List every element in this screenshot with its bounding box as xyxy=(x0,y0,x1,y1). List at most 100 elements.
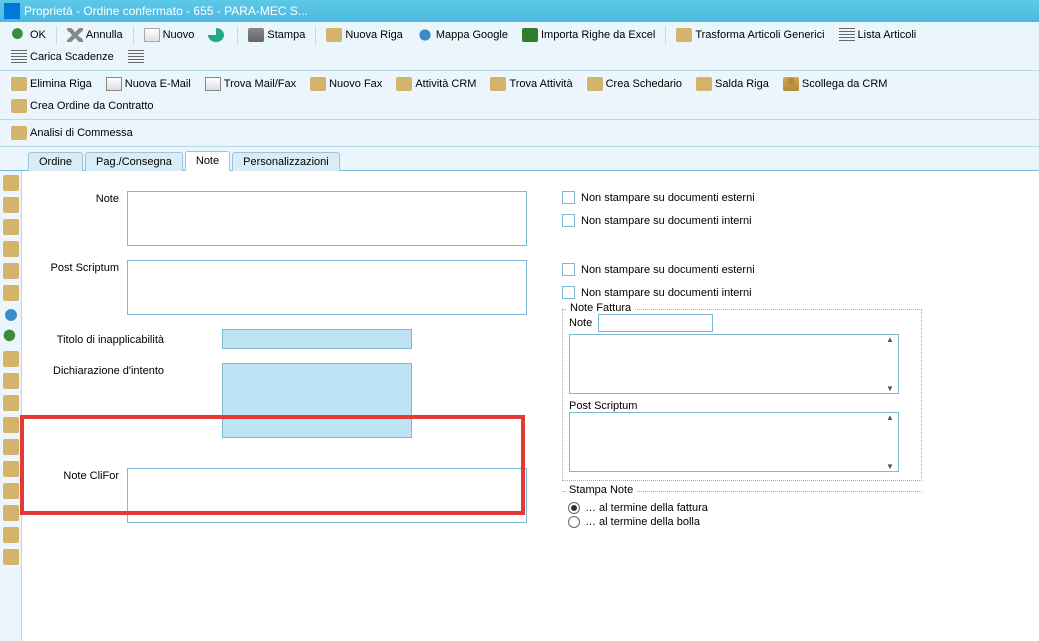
annulla-button[interactable]: Annulla xyxy=(61,25,129,45)
app-icon xyxy=(4,3,20,19)
note-label: Note xyxy=(32,191,127,205)
attivita-button[interactable]: Attività CRM xyxy=(390,74,482,94)
nuova-riga-button[interactable]: Nuova Riga xyxy=(320,25,408,45)
vt-anchor-icon[interactable] xyxy=(3,527,19,543)
crm-icon xyxy=(396,77,412,91)
tab-personalizzazioni[interactable]: Personalizzazioni xyxy=(232,152,340,171)
excel-icon xyxy=(522,28,538,42)
chk-esterni-2[interactable] xyxy=(562,263,575,276)
vt-tree-icon[interactable] xyxy=(3,263,19,279)
lista-button[interactable]: Lista Articoli xyxy=(833,25,923,45)
nuovo-fax-button[interactable]: Nuovo Fax xyxy=(304,74,388,94)
chk-label: Non stampare su documenti esterni xyxy=(581,264,755,276)
note-clifor-input[interactable] xyxy=(127,468,527,523)
email-button[interactable]: Nuova E-Mail xyxy=(100,74,197,94)
more-button[interactable] xyxy=(122,47,153,67)
vt-doc-icon[interactable] xyxy=(3,241,19,257)
toolbar-row-3: Analisi di Commessa xyxy=(0,120,1039,147)
vt-flow-icon[interactable] xyxy=(3,285,19,301)
mail-icon xyxy=(106,77,122,91)
note-fattura-legend: Note Fattura xyxy=(567,302,634,314)
vt-globe-icon[interactable] xyxy=(3,307,19,323)
refresh-icon xyxy=(208,28,224,42)
vt-cycle-icon[interactable] xyxy=(3,197,19,213)
vt-copy-icon[interactable] xyxy=(3,351,19,367)
note-input[interactable] xyxy=(127,191,527,246)
right-column: Non stampare su documenti esterni Non st… xyxy=(562,191,922,538)
radio-fattura[interactable] xyxy=(568,502,580,514)
importa-button[interactable]: Importa Righe da Excel xyxy=(516,25,661,45)
vt-updown-icon[interactable] xyxy=(3,549,19,565)
more-icon xyxy=(128,50,144,64)
refresh-button[interactable] xyxy=(202,25,233,45)
nuovo-button[interactable]: Nuovo xyxy=(138,25,201,45)
vt-link-icon[interactable] xyxy=(3,483,19,499)
chk-interni-1[interactable] xyxy=(562,214,575,227)
vt-calc-icon[interactable] xyxy=(3,219,19,235)
chk-interni-2[interactable] xyxy=(562,286,575,299)
chk-label: Non stampare su documenti interni xyxy=(581,215,752,227)
globe-icon xyxy=(417,28,433,42)
cancel-icon xyxy=(67,28,83,42)
crea-ordine-button[interactable]: Crea Ordine da Contratto xyxy=(5,96,160,116)
vt-note-icon[interactable] xyxy=(3,461,19,477)
nf-ps-label: Post Scriptum xyxy=(569,400,915,412)
note-fattura-group: Note Fattura Note ▲▼ Post Scriptum ▲▼ xyxy=(562,309,922,481)
clifor-label: Note CliFor xyxy=(32,468,127,482)
vt-user-icon[interactable] xyxy=(3,417,19,433)
toolbar-row-1: OK Annulla Nuovo Stampa Nuova Riga Mappa… xyxy=(0,22,1039,71)
trova-attivita-button[interactable]: Trova Attività xyxy=(484,74,578,94)
find-icon xyxy=(490,77,506,91)
vt-search-icon[interactable] xyxy=(3,175,19,191)
radio-bolla[interactable] xyxy=(568,516,580,528)
vt-check-icon[interactable] xyxy=(3,329,19,345)
elimina-riga-button[interactable]: Elimina Riga xyxy=(5,74,98,94)
titlebar: Proprietà - Ordine confermato - 655 - PA… xyxy=(0,0,1039,22)
nf-ps-textarea[interactable]: ▲▼ xyxy=(569,412,899,472)
nf-note-small-input[interactable] xyxy=(598,314,713,332)
titolo-label: Titolo di inapplicabilità xyxy=(32,332,172,346)
print-icon xyxy=(248,28,264,42)
schedario-button[interactable]: Crea Schedario xyxy=(581,74,688,94)
window-title: Proprietà - Ordine confermato - 655 - PA… xyxy=(24,4,308,18)
trasforma-button[interactable]: Trasforma Articoli Generici xyxy=(670,25,830,45)
chk-label: Non stampare su documenti esterni xyxy=(581,192,755,204)
post-scriptum-input[interactable] xyxy=(127,260,527,315)
radio-label: … al termine della fattura xyxy=(585,502,708,514)
titolo-input[interactable] xyxy=(222,329,412,349)
tab-ordine[interactable]: Ordine xyxy=(28,152,83,171)
analisi-button[interactable]: Analisi di Commessa xyxy=(5,123,139,143)
pay-icon xyxy=(696,77,712,91)
analysis-icon xyxy=(11,126,27,140)
content: Note Post Scriptum Titolo di inapplicabi… xyxy=(0,171,1039,641)
schedule-icon xyxy=(587,77,603,91)
chk-esterni-1[interactable] xyxy=(562,191,575,204)
contract-icon xyxy=(11,99,27,113)
scroll-up-icon[interactable]: ▲ xyxy=(883,335,897,344)
scroll-up-icon[interactable]: ▲ xyxy=(883,413,897,422)
tab-note[interactable]: Note xyxy=(185,151,230,171)
scroll-down-icon[interactable]: ▼ xyxy=(883,462,897,471)
salda-button[interactable]: Salda Riga xyxy=(690,74,775,94)
tab-pag-consegna[interactable]: Pag./Consegna xyxy=(85,152,183,171)
nf-note-textarea[interactable]: ▲▼ xyxy=(569,334,899,394)
ps-label: Post Scriptum xyxy=(32,260,127,274)
toolbar-row-2: Elimina Riga Nuova E-Mail Trova Mail/Fax… xyxy=(0,71,1039,120)
tabstrip: Ordine Pag./Consegna Note Personalizzazi… xyxy=(0,147,1039,171)
trova-mail-button[interactable]: Trova Mail/Fax xyxy=(199,74,302,94)
mappa-button[interactable]: Mappa Google xyxy=(411,25,514,45)
stampa-note-group: Stampa Note … al termine della fattura …… xyxy=(562,491,922,538)
vertical-toolbar xyxy=(0,171,22,641)
ok-button[interactable]: OK xyxy=(5,25,52,45)
dichiarazione-input[interactable] xyxy=(222,363,412,438)
vt-export-icon[interactable] xyxy=(3,395,19,411)
vt-box-icon[interactable] xyxy=(3,439,19,455)
stampa-button[interactable]: Stampa xyxy=(242,25,311,45)
vt-brush-icon[interactable] xyxy=(3,505,19,521)
scollega-button[interactable]: Scollega da CRM xyxy=(777,74,894,94)
scroll-down-icon[interactable]: ▼ xyxy=(883,384,897,393)
calendar-icon xyxy=(11,50,27,64)
carica-button[interactable]: Carica Scadenze xyxy=(5,47,120,67)
vt-page-icon[interactable] xyxy=(3,373,19,389)
transform-icon xyxy=(676,28,692,42)
